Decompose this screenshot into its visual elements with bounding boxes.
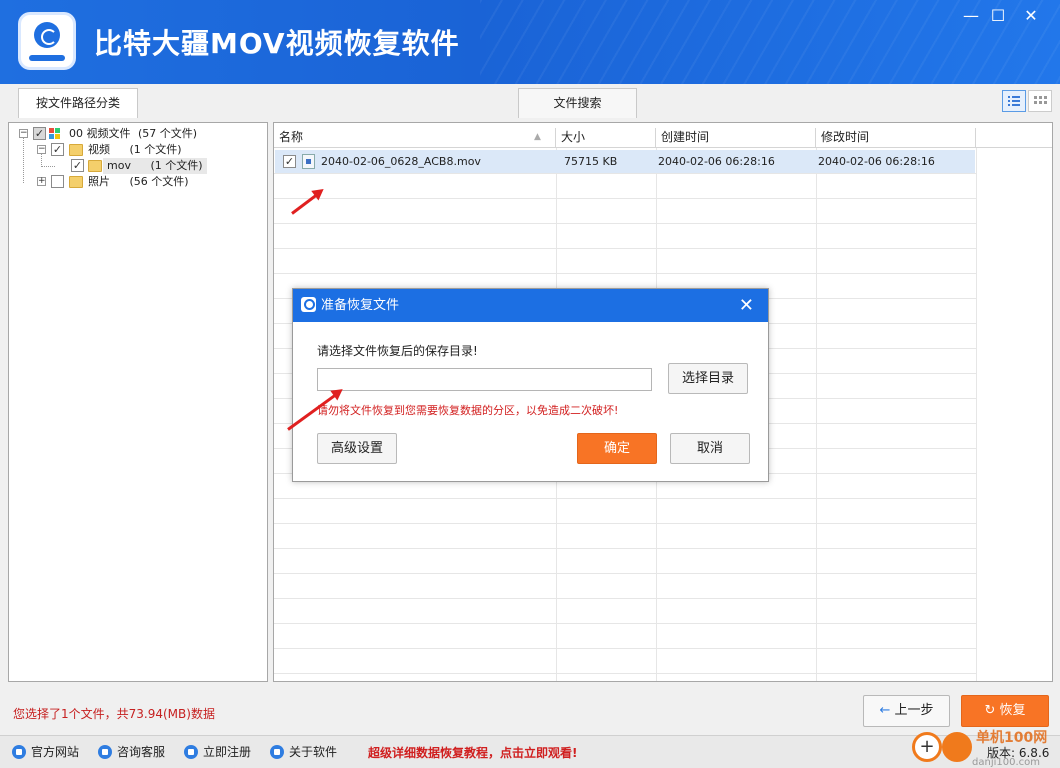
- photo-checkbox[interactable]: [51, 175, 64, 188]
- file-name: 2040-02-06_0628_ACB8.mov: [321, 155, 481, 168]
- tree-item-photo[interactable]: 照片 (56 个文件): [88, 174, 189, 190]
- selection-status: 您选择了1个文件，共73.94(MB)数据: [13, 707, 215, 721]
- arrow-left-icon: ←: [879, 703, 891, 718]
- close-button[interactable]: ✕: [1016, 4, 1046, 28]
- advanced-settings-button[interactable]: 高级设置: [317, 433, 397, 464]
- column-modified[interactable]: 修改时间: [816, 128, 976, 148]
- about-label: 关于软件: [289, 745, 338, 759]
- dialog-prompt: 请选择文件恢复后的保存目录!: [317, 344, 478, 358]
- register-link[interactable]: 立即注册: [184, 744, 251, 760]
- minimize-button[interactable]: —: [956, 4, 986, 28]
- tree-item-label: 照片: [88, 175, 110, 188]
- file-size: 75715 KB: [564, 155, 618, 168]
- recover-dialog: 准备恢复文件 ✕ 请选择文件恢复后的保存目录! 选择目录 请勿将文件恢复到您需要…: [292, 288, 769, 482]
- info-icon: [270, 745, 284, 759]
- chat-icon: [98, 745, 112, 759]
- register-label: 立即注册: [203, 745, 252, 759]
- watermark-site: danji100.com: [972, 757, 1040, 768]
- tab-path-category[interactable]: 按文件路径分类: [18, 88, 138, 118]
- mov-checkbox[interactable]: ✓: [71, 159, 84, 172]
- recover-label: 恢复: [999, 703, 1026, 718]
- dialog-warning: 请勿将文件恢复到您需要恢复数据的分区，以免造成二次破坏!: [317, 404, 619, 417]
- collapse-icon[interactable]: −: [37, 145, 46, 154]
- tree-item-root[interactable]: 00 视频文件 (57 个文件): [69, 126, 197, 142]
- customer-service-label: 咨询客服: [117, 745, 166, 759]
- list-view-icon[interactable]: [1002, 90, 1026, 112]
- maximize-button[interactable]: ☐: [983, 4, 1013, 28]
- tree-item-count: (57 个文件): [138, 127, 198, 140]
- drive-icon: [49, 128, 65, 140]
- dialog-header: 准备恢复文件 ✕: [293, 289, 768, 322]
- table-row[interactable]: ✓ 2040-02-06_0628_ACB8.mov 75715 KB 2040…: [275, 150, 975, 173]
- folder-icon: [69, 176, 83, 188]
- tree-item-count: (1 个文件): [150, 159, 203, 172]
- folder-tree: − ✓ 00 视频文件 (57 个文件) − ✓ 视频 (1 个文件) ✓ mo…: [8, 122, 268, 682]
- video-file-icon: [302, 154, 315, 169]
- app-logo-icon: [18, 12, 76, 70]
- column-size[interactable]: 大小: [556, 128, 656, 148]
- row-checkbox[interactable]: ✓: [283, 155, 296, 168]
- watermark-logo: +: [910, 728, 976, 768]
- official-site-label: 官方网站: [31, 745, 80, 759]
- refresh-icon: ↻: [984, 703, 996, 718]
- tree-item-label: 视频: [88, 143, 110, 156]
- collapse-icon[interactable]: −: [19, 129, 28, 138]
- tree-item-label: 00 视频文件: [69, 127, 131, 140]
- file-created: 2040-02-06 06:28:16: [658, 155, 775, 168]
- sort-asc-icon: ▲: [534, 132, 541, 142]
- choose-dir-button[interactable]: 选择目录: [668, 363, 748, 394]
- watermark-brand: 单机100网: [976, 730, 1048, 746]
- tree-item-label: mov: [107, 159, 131, 172]
- tree-item-count: (56 个文件): [129, 175, 189, 188]
- tab-file-search[interactable]: 文件搜索: [518, 88, 637, 118]
- tree-item-count: (1 个文件): [129, 143, 182, 156]
- folder-icon: [69, 144, 83, 156]
- video-checkbox[interactable]: ✓: [51, 143, 64, 156]
- prev-step-button[interactable]: ← 上一步: [863, 695, 950, 727]
- expand-icon[interactable]: +: [37, 177, 46, 186]
- tutorial-promo-link[interactable]: 超级详细数据恢复教程，点击立即观看!: [368, 744, 577, 761]
- cancel-button[interactable]: 取消: [670, 433, 750, 464]
- app-title: 比特大疆MOV视频恢复软件: [94, 27, 460, 60]
- column-name-label: 名称: [279, 130, 304, 144]
- root-checkbox[interactable]: ✓: [33, 127, 46, 140]
- file-modified: 2040-02-06 06:28:16: [818, 155, 935, 168]
- prev-step-label: 上一步: [894, 703, 934, 718]
- recover-button[interactable]: ↻ 恢复: [961, 695, 1049, 727]
- tree-item-video[interactable]: 视频 (1 个文件): [88, 142, 182, 158]
- customer-service-link[interactable]: 咨询客服: [98, 744, 165, 760]
- column-name[interactable]: 名称 ▲: [274, 128, 556, 148]
- list-header: 名称 ▲ 大小 创建时间 修改时间: [274, 128, 1052, 148]
- home-icon: [12, 745, 26, 759]
- column-created[interactable]: 创建时间: [656, 128, 816, 148]
- ok-button[interactable]: 确定: [577, 433, 657, 464]
- grid-view-icon[interactable]: [1028, 90, 1052, 112]
- official-site-link[interactable]: 官方网站: [12, 744, 79, 760]
- about-link[interactable]: 关于软件: [270, 744, 337, 760]
- save-path-input[interactable]: [317, 368, 652, 391]
- dialog-logo-icon: [301, 297, 316, 312]
- user-icon: [184, 745, 198, 759]
- folder-icon: [88, 160, 102, 172]
- tree-item-mov[interactable]: mov (1 个文件): [103, 158, 207, 174]
- dialog-title: 准备恢复文件: [321, 298, 400, 313]
- dialog-close-icon[interactable]: ✕: [739, 289, 754, 322]
- title-bar: 比特大疆MOV视频恢复软件 — ☐ ✕: [0, 0, 1060, 84]
